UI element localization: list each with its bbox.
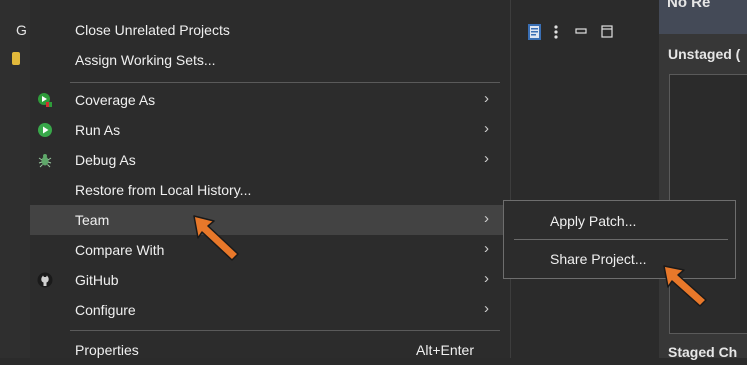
menu-item-label: Assign Working Sets... xyxy=(75,52,216,68)
view-toolbar-area xyxy=(511,0,659,358)
menu-item-label: Debug As xyxy=(75,152,136,168)
menu-item-debug-as[interactable]: Debug As › xyxy=(30,145,510,175)
submenu-separator xyxy=(514,239,728,240)
context-menu: Close Unrelated Projects Assign Working … xyxy=(30,0,511,358)
submenu-arrow-icon: › xyxy=(484,300,489,317)
submenu-arrow-icon: › xyxy=(484,270,489,287)
submenu-arrow-icon: › xyxy=(484,90,489,107)
menu-item-close-unrelated-projects[interactable]: Close Unrelated Projects xyxy=(30,15,510,45)
github-icon xyxy=(37,272,53,288)
staging-view-title: No Re xyxy=(667,0,711,11)
submenu-item-label: Share Project... xyxy=(550,251,647,267)
menu-item-compare-with[interactable]: Compare With › xyxy=(30,235,510,265)
menu-item-label: Compare With xyxy=(75,242,165,258)
annotation-arrow-icon xyxy=(663,265,707,307)
menu-item-coverage-as[interactable]: Coverage As › xyxy=(30,85,510,115)
coverage-icon xyxy=(37,92,53,108)
menu-separator xyxy=(70,330,500,331)
staging-view-tab: No Re xyxy=(659,0,747,34)
submenu-arrow-icon: › xyxy=(484,120,489,137)
menu-item-label: Coverage As xyxy=(75,92,156,108)
menu-item-label: Configure xyxy=(75,302,136,318)
tree-item-label[interactable]: G xyxy=(16,22,27,38)
minimize-icon[interactable] xyxy=(573,22,589,42)
view-menu-icon[interactable] xyxy=(551,22,561,42)
menu-item-label: Close Unrelated Projects xyxy=(75,22,230,38)
repository-icon xyxy=(12,52,20,65)
submenu-arrow-icon: › xyxy=(484,240,489,257)
debug-bug-icon xyxy=(37,152,53,168)
menu-item-accelerator: Alt+Enter xyxy=(416,342,474,358)
annotation-arrow-icon xyxy=(193,215,239,261)
menu-item-label: Team xyxy=(75,212,110,228)
menu-item-assign-working-sets[interactable]: Assign Working Sets... xyxy=(30,45,510,75)
menu-item-configure[interactable]: Configure › xyxy=(30,295,510,325)
menu-item-label: Run As xyxy=(75,122,121,138)
menu-item-restore-from-local-history[interactable]: Restore from Local History... xyxy=(30,175,510,205)
submenu-arrow-icon: › xyxy=(484,150,489,167)
menu-item-github[interactable]: GitHub › xyxy=(30,265,510,295)
run-icon xyxy=(37,122,53,138)
document-icon[interactable] xyxy=(525,22,545,42)
menu-item-properties[interactable]: Properties Alt+Enter xyxy=(30,335,510,365)
submenu-arrow-icon: › xyxy=(484,210,489,227)
submenu-item-label: Apply Patch... xyxy=(550,213,637,229)
menu-item-label: Restore from Local History... xyxy=(75,182,252,198)
maximize-icon[interactable] xyxy=(599,22,615,42)
menu-separator xyxy=(70,82,500,83)
submenu-item-apply-patch[interactable]: Apply Patch... xyxy=(504,201,735,231)
unstaged-changes-heading: Unstaged ( xyxy=(668,46,741,62)
menu-item-label: GitHub xyxy=(75,272,119,288)
menu-item-team[interactable]: Team › xyxy=(30,205,510,235)
menu-item-run-as[interactable]: Run As › xyxy=(30,115,510,145)
menu-item-label: Properties xyxy=(75,342,139,358)
